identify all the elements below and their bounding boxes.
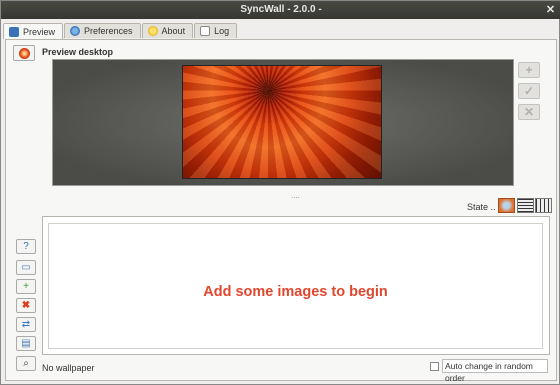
check-icon: ✓ — [523, 84, 535, 98]
app-window: SyncWall - 2.0.0 - ✕ Preview Preferences… — [0, 0, 560, 385]
tab-log[interactable]: Log — [194, 23, 238, 38]
window-title: SyncWall - 2.0.0 - — [240, 4, 322, 15]
search-icon: ⌕ — [23, 357, 29, 369]
delete-icon: ✖ — [21, 299, 31, 311]
exit-icon — [18, 47, 30, 59]
globe-icon — [70, 26, 81, 36]
monitor-icon — [9, 26, 19, 37]
tab-preview-label: Preview — [23, 26, 56, 37]
remove-icon: ✕ — [523, 105, 535, 119]
image-list-inner: Add some images to begin — [48, 223, 543, 349]
tab-preferences[interactable]: Preferences — [64, 23, 141, 38]
add-screen-button[interactable]: + — [518, 62, 540, 78]
add-image-button[interactable]: + — [16, 279, 36, 294]
image-list[interactable]: Add some images to begin — [42, 216, 550, 355]
state-label: State .. — [467, 202, 496, 212]
wallpaper-thumbnail[interactable] — [182, 65, 382, 179]
tab-bar: Preview Preferences About Log — [3, 23, 238, 39]
auto-change-label[interactable]: Auto change in random order — [442, 359, 548, 383]
add-icon: + — [525, 63, 533, 77]
splitter-handle[interactable]: .... — [291, 191, 300, 200]
apply-button[interactable]: ✓ — [518, 83, 540, 99]
document-icon — [200, 26, 211, 36]
sync-button[interactable]: ⇄ — [16, 317, 36, 332]
slideshow-button[interactable]: ▤ — [16, 336, 36, 351]
auto-change-checkbox[interactable] — [430, 362, 439, 371]
flower-image — [183, 66, 381, 178]
search-button[interactable]: ⌕ — [16, 356, 36, 371]
grid-state-icon[interactable] — [517, 198, 534, 213]
exit-button[interactable] — [13, 45, 35, 61]
wallpaper-status: No wallpaper — [42, 363, 95, 373]
columns-state-icon[interactable] — [535, 198, 552, 213]
tab-about[interactable]: About — [141, 23, 194, 38]
slideshow-icon: ▤ — [21, 337, 31, 349]
title-bar: SyncWall - 2.0.0 - ✕ — [1, 1, 560, 19]
delete-button[interactable]: ✖ — [16, 298, 36, 313]
tab-about-label: About — [161, 26, 186, 36]
tab-preferences-label: Preferences — [84, 26, 133, 36]
add-file-icon: + — [23, 280, 29, 292]
help-button[interactable]: ? — [16, 239, 36, 254]
sync-icon: ⇄ — [21, 318, 31, 330]
picture-state-icon[interactable] — [498, 198, 515, 213]
empty-message: Add some images to begin — [203, 284, 388, 300]
folder-icon: ▭ — [21, 261, 31, 273]
remove-screen-button[interactable]: ✕ — [518, 104, 540, 120]
open-folder-button[interactable]: ▭ — [16, 260, 36, 275]
close-icon[interactable]: ✕ — [545, 5, 556, 16]
help-icon: ? — [23, 240, 29, 252]
tab-log-label: Log — [214, 26, 230, 36]
tab-preview[interactable]: Preview — [3, 23, 64, 39]
lightbulb-icon — [147, 26, 158, 36]
preview-desktop-label: Preview desktop — [42, 47, 114, 57]
